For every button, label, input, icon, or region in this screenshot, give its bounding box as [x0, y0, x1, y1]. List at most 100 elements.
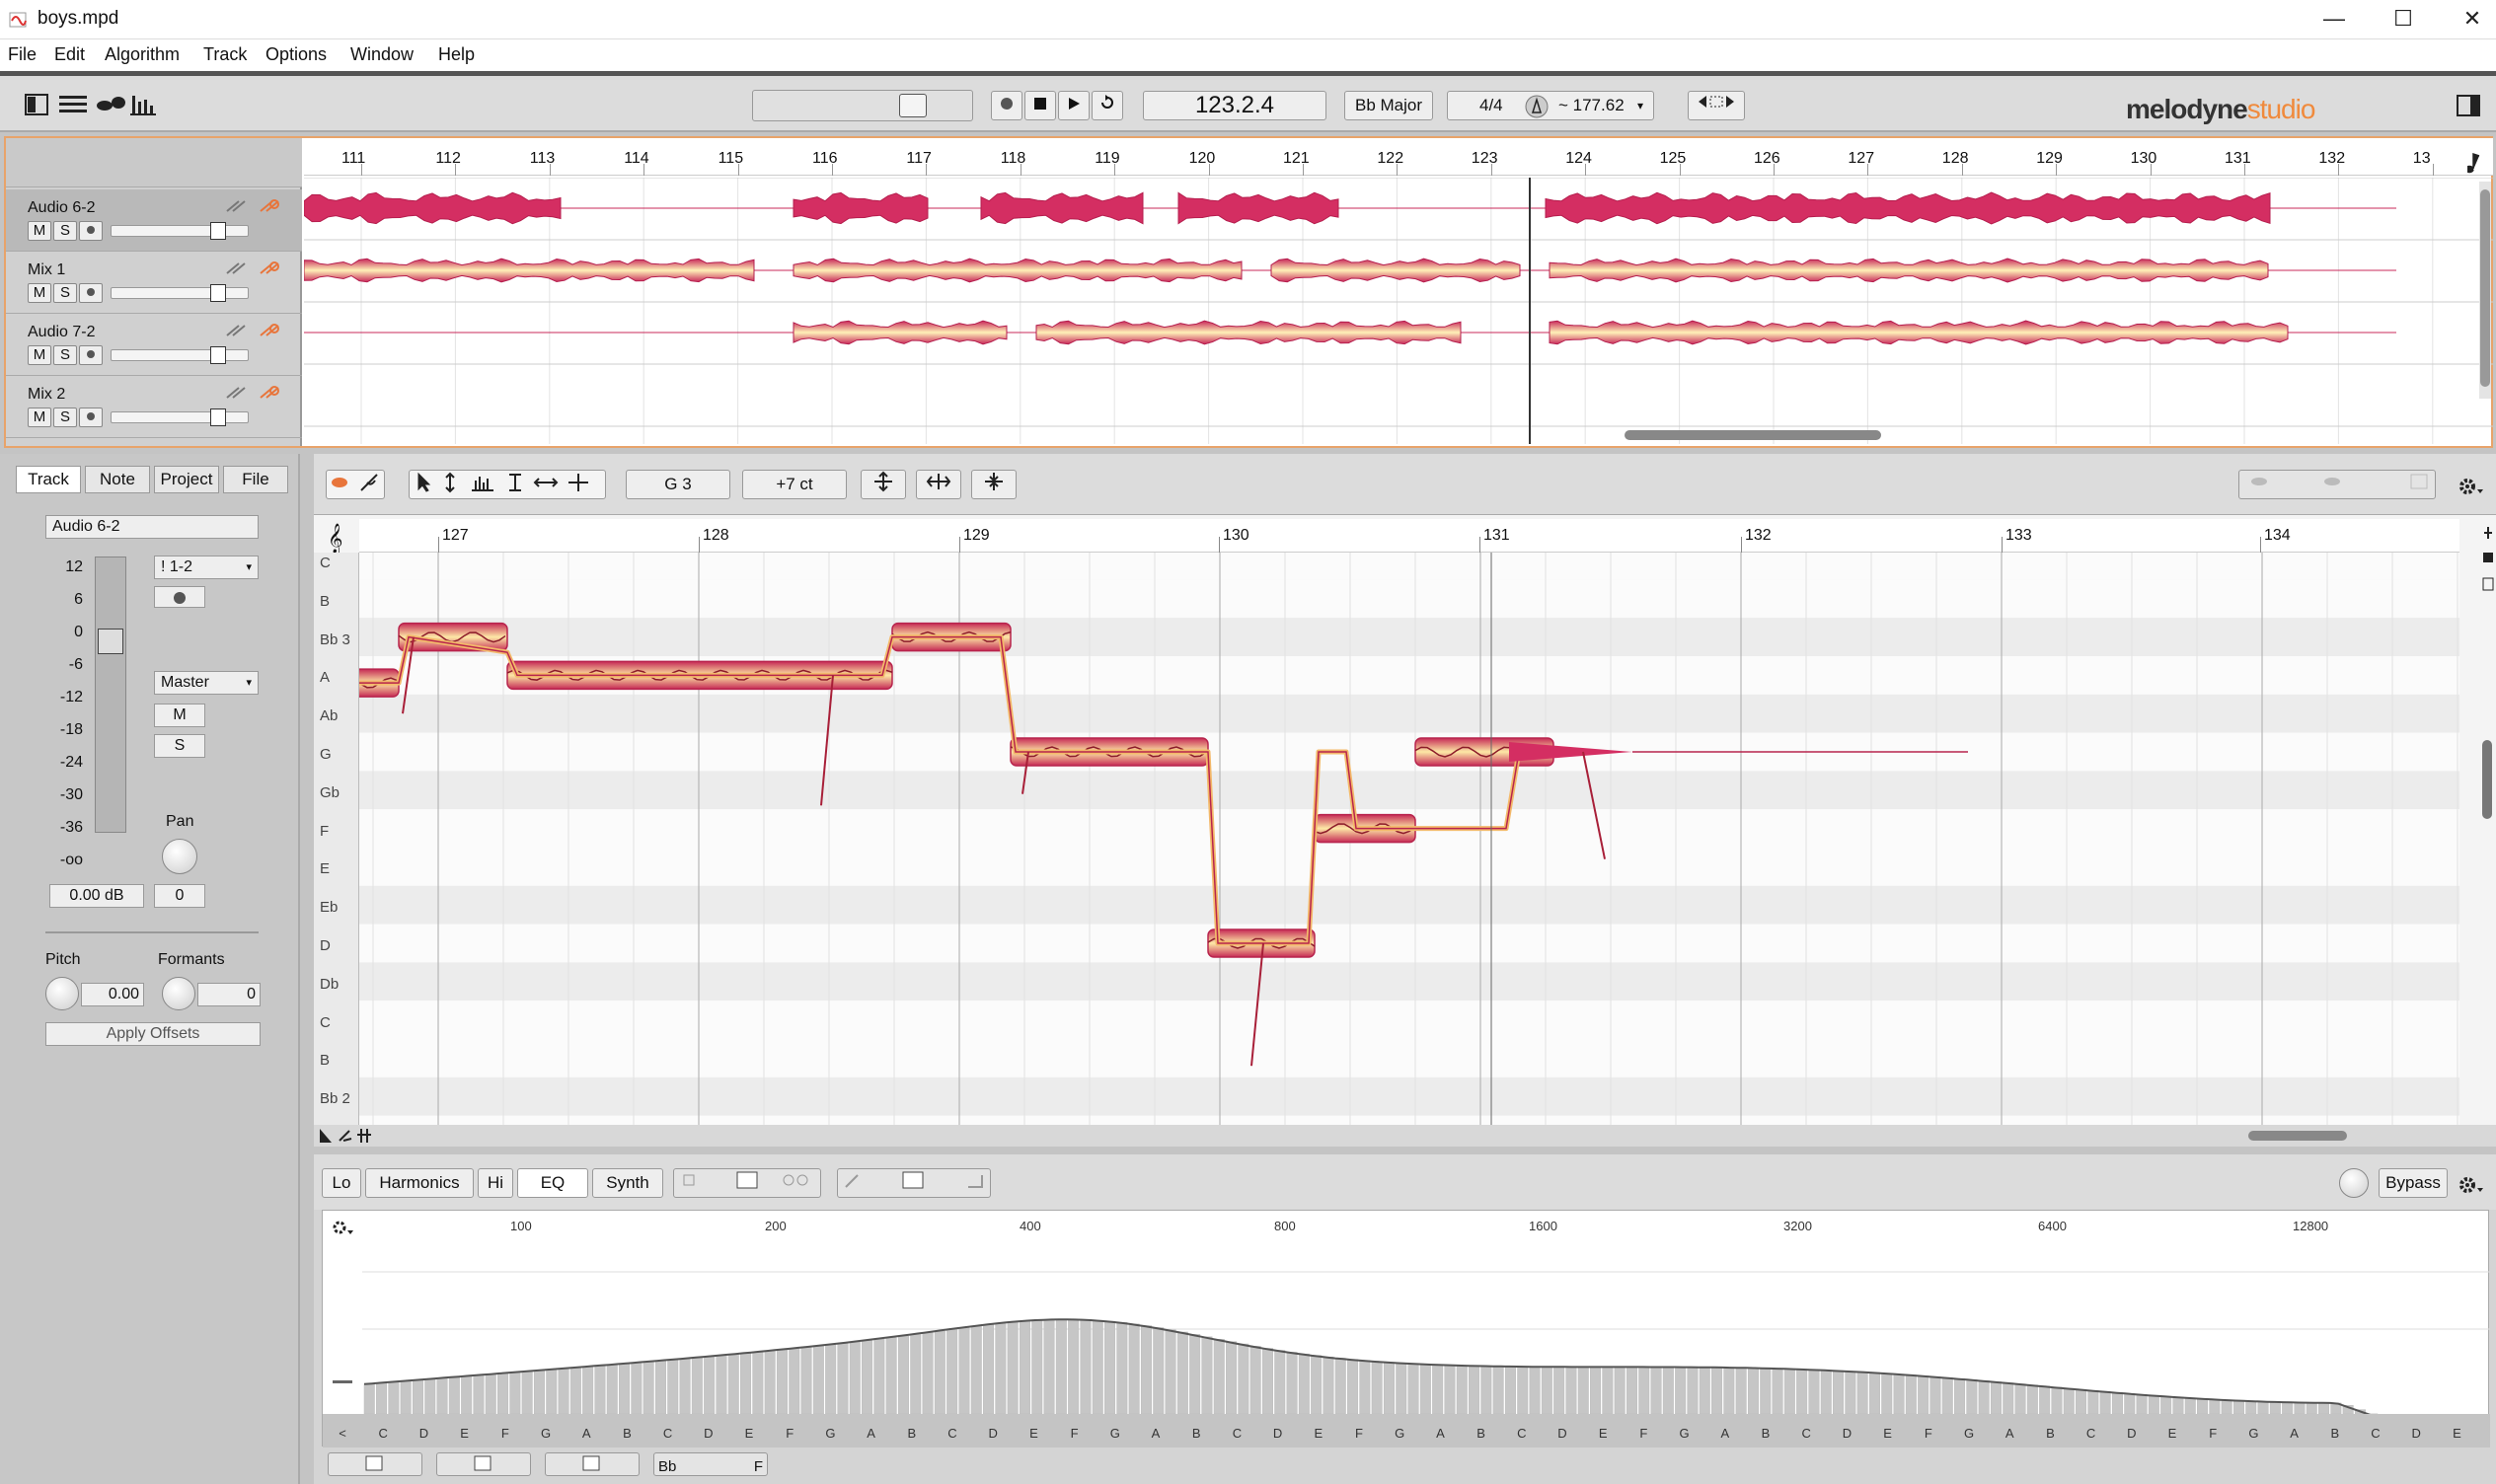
track-header[interactable]: Mix 2 MS [6, 376, 302, 438]
volume-value[interactable]: 0.00 dB [49, 884, 144, 908]
track-solo-button[interactable]: S [53, 345, 77, 365]
track-link-icons[interactable] [223, 195, 286, 222]
arrangement-horizontal-thumb[interactable] [1625, 430, 1881, 440]
snap-note-icon[interactable] [2467, 152, 2483, 174]
menu-options[interactable]: Options [265, 44, 327, 65]
menu-help[interactable]: Help [438, 44, 475, 65]
eq-curve[interactable]: < C D E F G A B C D E F G A B C D E F G A B C D E F G A B C D E F G A B C D E F… [323, 1234, 2490, 1447]
track-solo-button[interactable]: S [53, 221, 77, 241]
track-header[interactable]: Audio 7-2 M S [6, 314, 302, 376]
track-link-icons[interactable] [223, 382, 286, 408]
view-mode-icons[interactable] [24, 92, 162, 119]
maximize-button[interactable]: ☐ [2369, 0, 2438, 39]
stop-button[interactable] [1024, 91, 1056, 120]
editor-ruler[interactable]: 127 128 129 130 131 132 133 134 [359, 519, 2459, 553]
menu-algorithm[interactable]: Algorithm [105, 44, 180, 65]
track-header[interactable]: Audio 6-2 M S [6, 189, 302, 252]
inspector-mute-button[interactable]: M [154, 704, 205, 727]
formants-knob[interactable] [162, 977, 195, 1010]
arrangement-waveforms[interactable] [304, 178, 2493, 444]
metronome-icon[interactable] [1525, 95, 1549, 118]
track-volume-thumb[interactable] [210, 346, 226, 364]
track-link-icons[interactable] [223, 320, 286, 346]
tab-file[interactable]: File [223, 466, 288, 493]
pitch-display[interactable]: G 3 [626, 470, 730, 499]
menu-edit[interactable]: Edit [54, 44, 85, 65]
harmonic-options[interactable] [436, 1452, 531, 1476]
track-record-button[interactable] [79, 283, 103, 303]
minimize-button[interactable]: — [2300, 0, 2369, 39]
eq-panel[interactable]: 100 200 400 800 1600 3200 6400 12800 < C D E F G A B C D… [322, 1210, 2490, 1447]
bypass-button[interactable]: Bypass [2379, 1168, 2448, 1198]
apply-offsets-button[interactable]: Apply Offsets [45, 1022, 261, 1046]
scroll-slider-thumb[interactable] [899, 94, 927, 117]
pitch-knob[interactable] [45, 977, 79, 1010]
track-record-button[interactable] [79, 221, 103, 241]
track-mute-button[interactable]: M [28, 283, 51, 303]
tab-track[interactable]: Track [16, 466, 81, 493]
separation-button[interactable] [971, 470, 1017, 499]
time-quantize-button[interactable] [916, 470, 961, 499]
channel-select[interactable]: ! 1-2 ▾ [154, 556, 259, 579]
inspector-solo-button[interactable]: S [154, 734, 205, 758]
record-button[interactable] [991, 91, 1022, 120]
time-signature[interactable]: 4/4 [1479, 92, 1503, 119]
sound-curve-tools[interactable] [837, 1168, 991, 1198]
menu-window[interactable]: Window [350, 44, 414, 65]
tempo-dropdown-icon[interactable]: ▾ [1637, 92, 1643, 119]
track-volume-fader[interactable] [111, 222, 249, 240]
menu-track[interactable]: Track [203, 44, 247, 65]
track-volume-thumb[interactable] [210, 222, 226, 240]
tab-note[interactable]: Note [85, 466, 150, 493]
track-link-icons[interactable] [223, 258, 286, 284]
volume-fader-track[interactable] [95, 556, 126, 833]
panel-toggle-icon[interactable] [2456, 94, 2481, 117]
gear-icon[interactable] [2458, 1174, 2483, 1196]
blob-tool-group[interactable] [326, 470, 385, 499]
record-arm-button[interactable] [154, 586, 205, 608]
close-button[interactable]: ✕ [2438, 0, 2496, 39]
loop-button[interactable] [1092, 91, 1123, 120]
menu-file[interactable]: File [8, 44, 37, 65]
tab-hi[interactable]: Hi [478, 1168, 513, 1198]
pan-value[interactable]: 0 [154, 884, 205, 908]
sound-edit-tools[interactable] [673, 1168, 821, 1198]
editor-bottom-tools[interactable] [318, 1127, 377, 1145]
track-header[interactable]: Mix 1 MS [6, 252, 302, 314]
editor-vertical-thumb[interactable] [2482, 740, 2492, 819]
track-mute-button[interactable]: M [28, 408, 51, 427]
note-grid[interactable] [359, 553, 2459, 1125]
pitch-quantize-button[interactable] [861, 470, 906, 499]
tab-lo[interactable]: Lo [322, 1168, 361, 1198]
track-name-field[interactable]: Audio 6-2 [45, 515, 259, 539]
track-solo-button[interactable]: S [53, 408, 77, 427]
pitch-value[interactable]: 0.00 [81, 983, 144, 1006]
tab-eq[interactable]: EQ [517, 1168, 588, 1198]
gear-icon[interactable] [2458, 476, 2483, 497]
bypass-knob[interactable] [2339, 1168, 2369, 1198]
arrangement-vertical-scrollbar[interactable] [2479, 182, 2491, 399]
track-volume-fader[interactable] [111, 408, 249, 426]
scroll-slider[interactable] [752, 90, 973, 121]
track-volume-fader[interactable] [111, 346, 249, 364]
key-display[interactable]: Bb Major [1344, 91, 1433, 120]
tab-harmonics[interactable]: Harmonics [365, 1168, 474, 1198]
tab-project[interactable]: Project [154, 466, 219, 493]
arrangement-vertical-thumb[interactable] [2480, 189, 2490, 387]
tempo-display[interactable]: ~ 177.62 [1558, 92, 1625, 119]
edit-tools-group[interactable] [409, 470, 606, 499]
track-record-button[interactable] [79, 408, 103, 427]
lo-options[interactable] [328, 1452, 422, 1476]
treble-clef-icon[interactable]: 𝄞 [328, 523, 342, 555]
play-button[interactable] [1058, 91, 1090, 120]
track-volume-thumb[interactable] [210, 284, 226, 302]
track-volume-fader[interactable] [111, 284, 249, 302]
track-mute-button[interactable]: M [28, 345, 51, 365]
tempo-sync-button[interactable] [1688, 91, 1745, 120]
key-options[interactable]: Bb F [653, 1452, 768, 1476]
editor-side-tools[interactable] [2481, 523, 2495, 681]
track-record-button[interactable] [79, 345, 103, 365]
editor-vertical-scrollbar[interactable] [2481, 701, 2493, 1016]
output-select[interactable]: Master ▾ [154, 671, 259, 695]
tab-synth[interactable]: Synth [592, 1168, 663, 1198]
